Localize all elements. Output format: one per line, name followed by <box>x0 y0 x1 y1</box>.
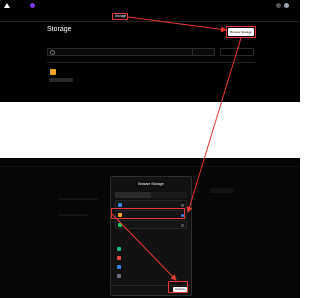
browse-storage-dialog: Browse Storage Continue <box>110 176 192 296</box>
search-input[interactable] <box>47 48 215 56</box>
store-logo-icon <box>50 69 56 75</box>
notifications-icon[interactable] <box>276 3 281 8</box>
store-chip <box>49 78 73 82</box>
store-list-item[interactable] <box>47 62 255 83</box>
selected-option-highlight <box>111 208 185 219</box>
integration-item[interactable] <box>115 272 187 281</box>
radio-button[interactable] <box>181 223 184 227</box>
integration-icon <box>117 274 121 278</box>
page-title: Storage <box>47 26 72 33</box>
integration-item[interactable] <box>115 254 187 263</box>
tab-second[interactable] <box>151 192 187 198</box>
storage-option-icon <box>118 223 122 227</box>
triangle-logo-icon[interactable] <box>4 3 10 8</box>
radio-button[interactable] <box>181 203 184 207</box>
storage-tab-highlight <box>112 13 128 20</box>
tab-first[interactable] <box>115 192 151 198</box>
modal-title: Browse Storage <box>138 182 164 186</box>
filter-dropdown[interactable] <box>192 48 215 56</box>
continue-button-highlight <box>168 281 188 293</box>
modal-tabs <box>115 192 187 198</box>
search-icon <box>50 50 55 55</box>
team-avatar <box>30 3 35 8</box>
project-nav: Storage <box>0 12 300 22</box>
integration-item[interactable] <box>115 245 187 254</box>
storage-option-icon <box>118 203 122 207</box>
browse-button-highlight <box>226 26 256 38</box>
integration-icon <box>117 256 121 260</box>
integration-item[interactable] <box>115 263 187 272</box>
storage-option[interactable] <box>115 220 187 229</box>
browse-storage-modal-screenshot: Browse Storage Continue <box>0 158 300 298</box>
integration-icon <box>117 247 121 251</box>
dashboard-screenshot: Storage Storage Browse Storage <box>0 0 300 102</box>
user-avatar-icon[interactable] <box>284 3 289 8</box>
integration-icon <box>117 265 121 269</box>
connect-store-button[interactable] <box>220 48 254 56</box>
